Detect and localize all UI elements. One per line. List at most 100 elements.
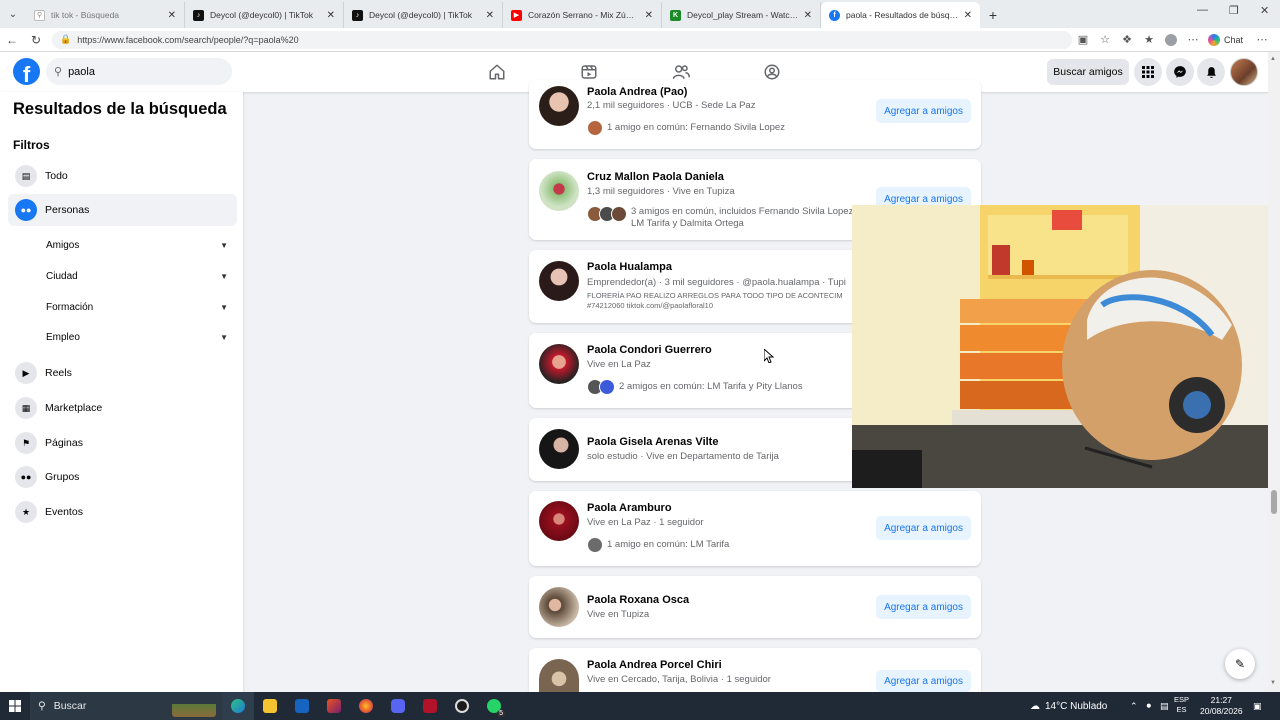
scrollbar-thumb[interactable] bbox=[1271, 490, 1277, 514]
result-name[interactable]: Paola Andrea (Pao) bbox=[587, 86, 687, 98]
sidebar-item-todo[interactable]: ▤ Todo bbox=[8, 160, 237, 192]
scroll-up-arrow-icon[interactable]: ▲ bbox=[1270, 56, 1276, 62]
app-icon[interactable] bbox=[318, 692, 350, 720]
close-icon[interactable]: ✕ bbox=[168, 10, 176, 21]
firefox-icon[interactable] bbox=[350, 692, 382, 720]
reload-icon[interactable]: ↻ bbox=[24, 28, 48, 52]
add-friend-button[interactable]: Agregar a amigos bbox=[876, 99, 971, 123]
profile-icon[interactable] bbox=[1160, 29, 1182, 51]
account-avatar[interactable] bbox=[1230, 58, 1258, 86]
profile-avatar[interactable] bbox=[539, 501, 579, 541]
obs-icon[interactable] bbox=[446, 692, 478, 720]
browser-tab-3[interactable]: ♪ Deycol (@deycol0) | TikTok ✕ bbox=[344, 2, 503, 28]
back-arrow-icon[interactable]: ← bbox=[0, 28, 24, 52]
filters-sidebar: Resultados de la búsqueda Filtros ▤ Todo… bbox=[0, 92, 243, 692]
result-subtitle: Emprendedor(a) · 3 mil seguidores · @pao… bbox=[587, 277, 846, 288]
microphone-icon[interactable]: ⚫ bbox=[1145, 692, 1153, 720]
profile-avatar[interactable] bbox=[539, 261, 579, 301]
file-explorer-icon[interactable] bbox=[254, 692, 286, 720]
close-icon[interactable]: ✕ bbox=[645, 10, 653, 21]
result-name[interactable]: Paola Andrea Porcel Chiri bbox=[587, 659, 722, 671]
maximize-icon[interactable]: ❐ bbox=[1229, 4, 1239, 17]
copilot-chat-button[interactable]: Chat bbox=[1208, 33, 1243, 46]
more-options-icon[interactable]: ⋯ bbox=[1182, 29, 1204, 51]
result-card[interactable]: Paola Roxana Osca Vive en Tupiza Agregar… bbox=[529, 576, 981, 638]
subfilter-empleo[interactable]: Empleo ▼ bbox=[46, 325, 228, 349]
sidebar-item-paginas[interactable]: ⚑ Páginas bbox=[8, 427, 237, 459]
messenger-icon[interactable] bbox=[1166, 58, 1194, 86]
mutual-line-1: 3 amigos en común, incluidos Fernando Si… bbox=[631, 206, 856, 217]
sidebar-item-eventos[interactable]: ★ Eventos bbox=[8, 496, 237, 528]
add-friend-button[interactable]: Agregar a amigos bbox=[876, 595, 971, 619]
sidebar-item-marketplace[interactable]: ▦ Marketplace bbox=[8, 392, 237, 424]
find-friends-button[interactable]: Buscar amigos bbox=[1047, 59, 1129, 85]
favorites-icon[interactable]: ★ bbox=[1138, 29, 1160, 51]
result-card[interactable]: Paola Aramburo Vive en La Paz · 1 seguid… bbox=[529, 491, 981, 566]
new-message-button[interactable]: ✎ bbox=[1225, 649, 1255, 679]
windows-start-icon[interactable] bbox=[0, 692, 30, 720]
weather-widget[interactable]: ☁ 14°C Nublado bbox=[1030, 692, 1107, 720]
subfilter-label: Formación bbox=[46, 301, 94, 313]
subfilter-ciudad[interactable]: Ciudad ▼ bbox=[46, 264, 228, 288]
sidebar-item-personas[interactable]: ●● Personas bbox=[8, 194, 237, 226]
profile-avatar[interactable] bbox=[539, 429, 579, 469]
edge-browser-icon[interactable] bbox=[222, 692, 254, 720]
search-input[interactable]: ⚲ paola bbox=[46, 58, 232, 85]
result-card[interactable]: Paola Andrea Porcel Chiri Vive en Cercad… bbox=[529, 648, 981, 692]
notification-center-icon[interactable]: ▣ bbox=[1253, 692, 1262, 720]
scroll-down-arrow-icon[interactable]: ▼ bbox=[1270, 680, 1276, 686]
add-friend-button[interactable]: Agregar a amigos bbox=[876, 516, 971, 540]
tab-list-chevron-icon[interactable]: ⌄ bbox=[0, 0, 26, 28]
browser-tab-6-active[interactable]: f paola - Resultados de búsqueda | ✕ bbox=[821, 2, 980, 28]
chevron-up-icon[interactable]: ⌃ bbox=[1130, 692, 1138, 720]
result-name[interactable]: Cruz Mallon Paola Daniela bbox=[587, 171, 724, 183]
result-card[interactable]: Paola Andrea (Pao) 2,1 mil seguidores · … bbox=[529, 80, 981, 149]
taskbar-search[interactable]: ⚲ Buscar bbox=[30, 692, 222, 720]
close-icon[interactable]: ✕ bbox=[486, 10, 494, 21]
menu-grid-icon[interactable] bbox=[1134, 58, 1162, 86]
more-options-icon[interactable]: ⋯ bbox=[1251, 29, 1273, 51]
window-close-icon[interactable]: ✕ bbox=[1260, 4, 1269, 17]
new-tab-button[interactable]: + bbox=[980, 2, 1006, 28]
result-name[interactable]: Paola Roxana Osca bbox=[587, 594, 689, 606]
browser-tab-4[interactable]: ▶ Corazón Serrano - Mix Zúmbalo (E ✕ bbox=[503, 2, 662, 28]
profile-avatar[interactable] bbox=[539, 344, 579, 384]
extensions-icon[interactable]: ❖ bbox=[1116, 29, 1138, 51]
result-name[interactable]: Paola Hualampa bbox=[587, 261, 672, 273]
caret-down-icon: ▼ bbox=[220, 332, 228, 342]
browser-tab-1[interactable]: ⚲ tik tok - Búsqueda ✕ bbox=[26, 2, 185, 28]
whatsapp-icon[interactable]: 5 bbox=[478, 692, 510, 720]
clock[interactable]: 21:27 20/08/2026 bbox=[1200, 695, 1243, 717]
url-field[interactable]: 🔒 https://www.facebook.com/search/people… bbox=[52, 30, 1072, 49]
star-icon[interactable]: ☆ bbox=[1094, 29, 1116, 51]
language-indicator[interactable]: ESP ES bbox=[1174, 695, 1189, 715]
notifications-bell-icon[interactable] bbox=[1197, 58, 1225, 86]
subfilter-formacion[interactable]: Formación ▼ bbox=[46, 295, 228, 319]
result-name[interactable]: Paola Gisela Arenas Vilte bbox=[587, 436, 718, 448]
app-icon[interactable] bbox=[414, 692, 446, 720]
close-icon[interactable]: ✕ bbox=[804, 10, 812, 21]
profile-avatar[interactable] bbox=[539, 171, 579, 211]
result-name[interactable]: Paola Aramburo bbox=[587, 502, 672, 514]
browser-tab-2[interactable]: ♪ Deycol (@deycol0) | TikTok ✕ bbox=[185, 2, 344, 28]
sidebar-item-reels[interactable]: ▶ Reels bbox=[8, 357, 237, 389]
network-icon[interactable]: ▤ bbox=[1160, 692, 1169, 720]
browser-tab-5[interactable]: K Deycol_play Stream - Watch Live o ✕ bbox=[662, 2, 821, 28]
add-friend-button[interactable]: Agregar a amigos bbox=[876, 670, 971, 692]
page-scrollbar[interactable]: ▲ ▼ bbox=[1268, 52, 1280, 692]
close-icon[interactable]: ✕ bbox=[327, 10, 335, 21]
facebook-logo[interactable]: f bbox=[13, 58, 40, 85]
discord-icon[interactable] bbox=[382, 692, 414, 720]
profile-avatar[interactable] bbox=[539, 587, 579, 627]
sidebar-item-grupos[interactable]: ●● Grupos bbox=[8, 461, 237, 493]
result-name[interactable]: Paola Condori Guerrero bbox=[587, 344, 712, 356]
subfilter-amigos[interactable]: Amigos ▼ bbox=[46, 233, 228, 257]
close-icon[interactable]: ✕ bbox=[964, 10, 972, 21]
profile-avatar[interactable] bbox=[539, 86, 579, 126]
home-icon[interactable] bbox=[486, 61, 508, 83]
clock-date: 20/08/2026 bbox=[1200, 706, 1243, 716]
minimize-icon[interactable]: — bbox=[1197, 4, 1208, 16]
profile-avatar[interactable] bbox=[539, 659, 579, 692]
outlook-icon[interactable] bbox=[286, 692, 318, 720]
app-available-icon[interactable]: ▣ bbox=[1072, 29, 1094, 51]
